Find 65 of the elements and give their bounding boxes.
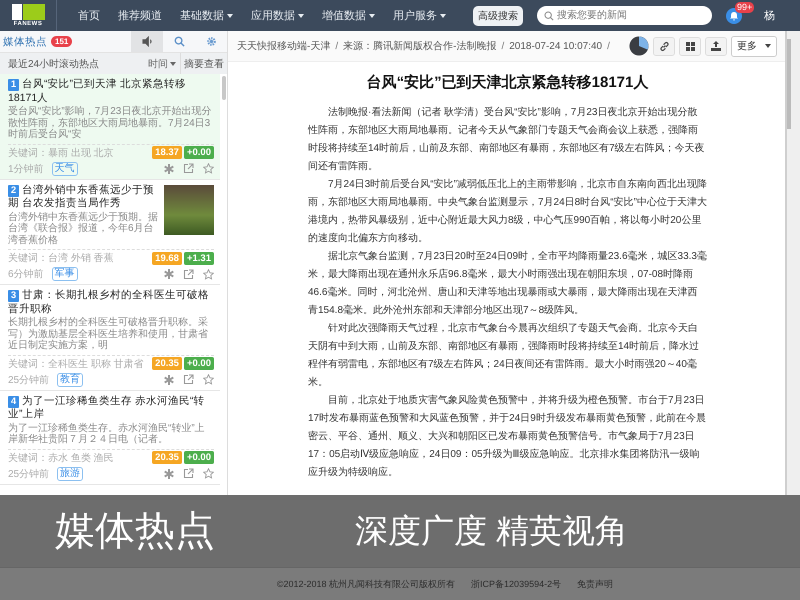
news-summary: 长期扎根乡村的全科医生可破格晋升职称。采写）为激励基层全科医生培养和使用，甘肃省近日制定实施方案，明 <box>8 317 209 352</box>
nav-menu-item[interactable]: 推荐频道 <box>109 8 171 23</box>
rank-number: 4 <box>8 396 19 408</box>
banner-slogan: 深度广度 精英视角 <box>355 511 628 551</box>
news-item[interactable]: 2 台湾外销中东香蕉远少于预期 台农发指责当局作秀 台湾外销中东香蕉远少于预期。据台湾《联合报》报道，今年6月台湾香蕉价格 关键词：台湾 外销 香蕉 19.68 +1.31 6分钟前 军事 <box>0 180 220 285</box>
rank-number: 3 <box>8 290 19 302</box>
separator: / <box>335 40 338 52</box>
time-ago: 25分钟前 <box>8 468 50 480</box>
score-badge: 20.35 <box>152 357 182 370</box>
rank-number: 1 <box>8 79 19 91</box>
panel-title: 媒体热点 <box>3 34 47 48</box>
separator: / <box>607 40 610 52</box>
change-badge: +0.00 <box>184 357 214 370</box>
article-paragraph: 针对此次强降雨天气过程，北京市气象台今晨再次组织了专题天气会商。北京今天白天阴有中到大雨，山前及东部、南部地区有暴雨，强降雨时段将持续至14时前后，降水过程伴有弱雷电，东部地区有7级左右阵风；24日夜间还有雷阵雨。最大小时雨强20～40毫米。 <box>308 322 700 390</box>
news-title: 1 台风“安比”已到天津 北京紧急转移18171人 <box>8 78 187 105</box>
nav-menu-item[interactable]: 应用数据 <box>242 8 313 23</box>
article-meta: 2018-07-24 10:07:40 <box>509 40 602 52</box>
news-item[interactable]: 1 台风“安比”已到天津 北京紧急转移18171人 受台风“安比”影响，7月23日夜北京开始出现分散性阵雨，东部地区大雨局地暴雨。7月24日3时前后受台风“安 关键词：暴雨 出现 北京 18.37 +0.00 1分钟前 天气 <box>0 74 220 180</box>
score-badge: 20.35 <box>152 451 182 464</box>
change-badge: +1.31 <box>184 252 214 264</box>
time-ago: 6分钟前 <box>8 268 44 281</box>
count-badge: 151 <box>51 36 72 47</box>
news-summary: 为了一江珍稀鱼类生存。赤水河渔民“转业”上岸新华社贵阳７月２４日电（记者。 <box>8 422 206 446</box>
nav-menu-item[interactable]: 基础数据 <box>171 8 242 23</box>
news-title: 3 甘肃：长期扎根乡村的全科医生可破格晋升职称 <box>8 289 210 316</box>
separator: / <box>501 40 504 52</box>
sort-dropdown[interactable]: 时间 <box>144 56 180 70</box>
banner-title: 媒体热点 <box>55 508 215 555</box>
change-badge: +0.00 <box>184 146 214 159</box>
news-title: 4 为了一江珍稀鱼类生存 赤水河渔民“转业”上岸 <box>8 394 206 422</box>
nav-menu-item[interactable]: 首页 <box>69 8 109 23</box>
category-tag[interactable]: 旅游 <box>57 466 84 480</box>
news-summary: 台湾外销中东香蕉远少于预期。据台湾《联合报》报道，今年6月台湾香蕉价格 <box>8 212 159 246</box>
article-paragraph: 据北京气象台监测，7月23日20时至24日09时，全市平均降雨量23.6毫米，城区33.3毫米，最大降雨出现在通州永乐店96.8毫米，最大小时雨强出现在朝阳东坝，07-08时降雨46.6毫米。同时，河北沧州、唐山和天津等地出现暴雨或大暴雨，最大降雨出现在天津西青154.8毫米。此外沧州东部和天津部分地区出现7～8级阵风。 <box>308 250 707 318</box>
score-badge: 18.37 <box>152 146 182 159</box>
user-name[interactable]: 杨 <box>764 8 775 23</box>
list-subtitle: 最近24小时滚动热点 <box>7 58 100 70</box>
nav-menu-item[interactable]: 用户服务 <box>384 8 455 23</box>
keywords: 关键词：全科医生 职称 甘肃省 <box>8 358 144 370</box>
news-title: 2 台湾外销中东香蕉远少于预期 台农发指责当局作秀 <box>8 184 155 210</box>
time-ago: 25分钟前 <box>8 374 50 386</box>
advanced-search-button[interactable]: 高级搜索 <box>473 6 523 26</box>
score-badge: 19.68 <box>152 252 182 264</box>
rank-number: 2 <box>8 184 19 196</box>
nav-menu-item[interactable]: 增值数据 <box>313 8 384 23</box>
article-paragraph: 法制晚报·看法新闻（记者 耿学清）受台风“安比”影响，7月23日夜北京开始出现分散性阵雨，东部地区大雨局地暴雨。记者今天从气象部门专题天气会商会议上获悉，强降雨时段将持续至14时前后，山前及东部、南部地区有暴雨，东部地区有7级左右阵风；今天夜间还有雷阵雨。 <box>308 106 706 174</box>
article-meta: 来源：腾讯新闻版权合作-法制晚报 <box>343 40 496 53</box>
article-paragraph: 目前，北京处于地质灾害气象风险黄色预警中，并将升级为橙色预警。市台于7月23日17时发布暴雨蓝色预警和大风蓝色预警，并于24日9时升级发布暴雨黄色预警，此前在今晨密云、平谷、通州、顺义、大兴和朝阳区已发布暴雨黄色预警信号。市气象局于7月23日17：05启动Ⅳ级应急响应，24日09：05升级为Ⅲ级应急响应。北京排水集团将防汛一级响应升级为特级响应。 <box>308 394 707 480</box>
category-tag[interactable]: 军事 <box>52 267 78 281</box>
keywords: 关键词：台湾 外销 香蕉 <box>8 252 114 265</box>
article-meta: 天天快报移动端-天津 <box>237 40 330 53</box>
news-summary: 受台风“安比”影响，7月23日夜北京开始出现分散性阵雨，东部地区大雨局地暴雨。7月24日3时前后受台风“安 <box>8 106 212 140</box>
news-item[interactable]: 4 为了一江珍稀鱼类生存 赤水河渔民“转业”上岸 为了一江珍稀鱼类生存。赤水河渔民“转业”上岸新华社贵阳７月２４日电（记者。 关键词：赤水 鱼类 渔民 20.35 +0.00 25分钟前 旅游 <box>0 390 220 484</box>
change-badge: +0.00 <box>184 451 214 464</box>
article-paragraph: 7月24日3时前后受台风“安比”减弱低压北上的主雨带影响，北京市自东南向西北出现降雨，东部地区大雨局地暴雨。中央气象台监测显示，7月24日8时台风“安比”中心位于天津大港境内，热带风暴级别，近中心附近最大风力8级，中心气压990百帕，将以每小时20公里的速度向北偏东方向移动。 <box>308 178 707 246</box>
article-title: 台风“安比”已到天津北京紧急转移18171人 <box>366 73 650 92</box>
news-item[interactable]: 3 甘肃：长期扎根乡村的全科医生可破格晋升职称 长期扎根乡村的全科医生可破格晋升职称。采写）为激励基层全科医生培养和使用，甘肃省近日制定实施方案，明 关键词：全科医生 职称 甘肃省 20.35 +0.00 25分钟前 教育 <box>0 285 220 390</box>
more-dropdown[interactable]: 更多 <box>731 36 777 56</box>
search-field[interactable]: 搜索您要的新闻 <box>537 6 712 25</box>
keywords: 关键词：暴雨 出现 北京 <box>8 146 114 160</box>
footer-text: ©2012-2018 杭州凡闻科技有限公司版权所有 <box>276 578 456 590</box>
keywords: 关键词：赤水 鱼类 渔民 <box>8 452 114 464</box>
time-ago: 1分钟前 <box>8 162 44 176</box>
footer-text: 浙ICP备12039594-2号 <box>471 578 562 590</box>
notification-count: 99+ <box>735 2 754 12</box>
